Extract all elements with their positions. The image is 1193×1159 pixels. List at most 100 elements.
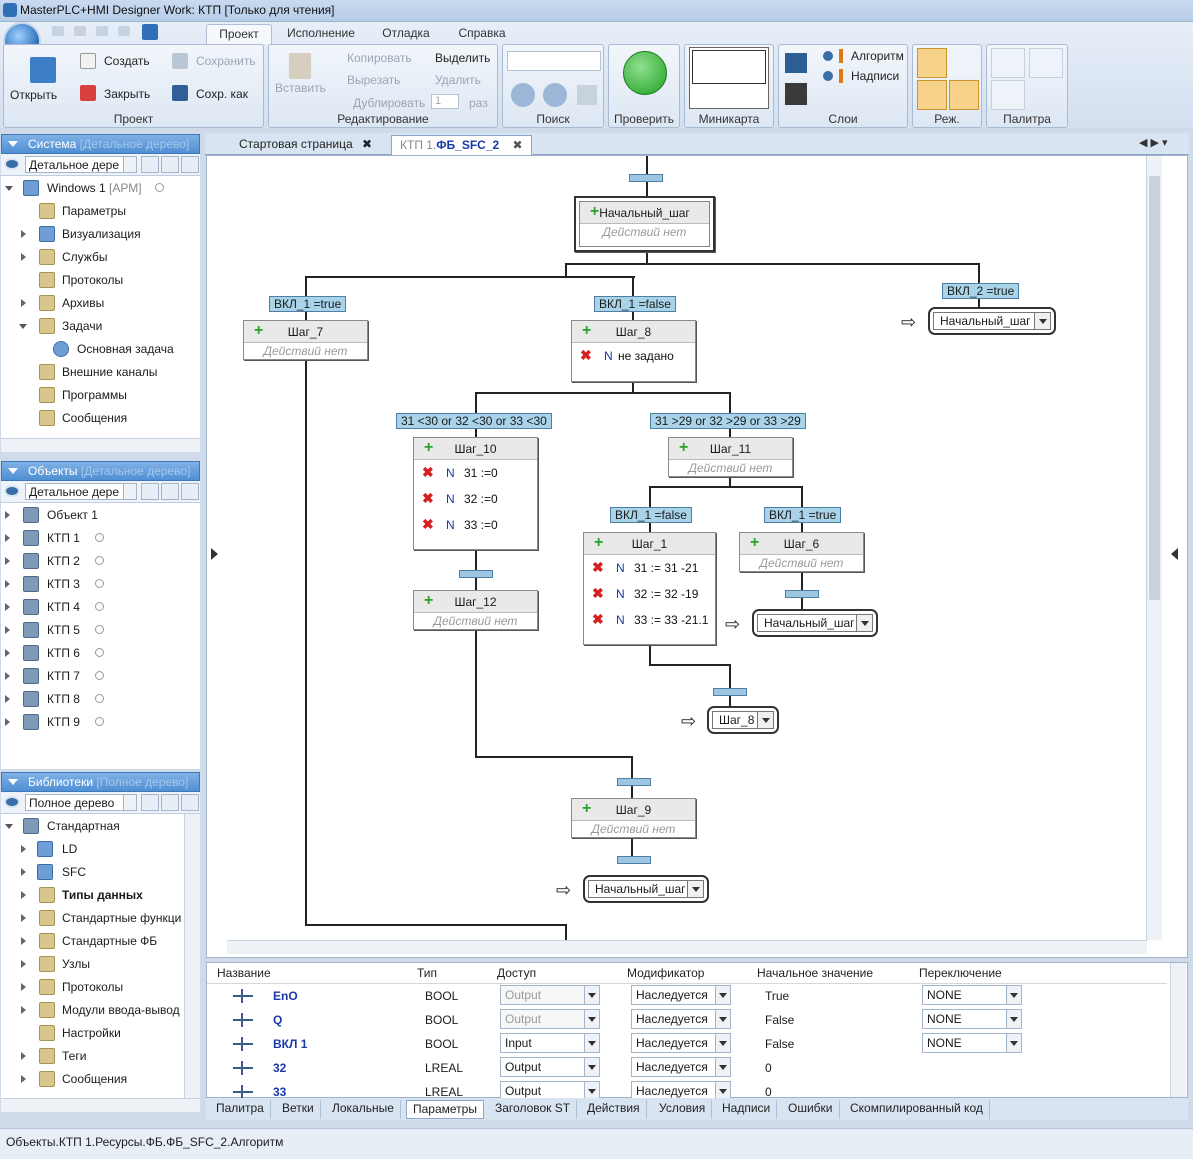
transition-condition[interactable]: 31 >29 or 32 >29 or 33 >29 bbox=[650, 413, 806, 429]
save-as-button[interactable]: Сохр. как bbox=[196, 87, 248, 101]
add-action-icon[interactable]: + bbox=[679, 440, 688, 456]
filter-icon[interactable] bbox=[181, 483, 199, 500]
column-header-name[interactable]: Название bbox=[217, 966, 271, 980]
delete-action-icon[interactable]: ✖ bbox=[592, 585, 604, 602]
modifier-select[interactable]: Наследуется bbox=[631, 1081, 731, 1098]
tab-scroll-icon[interactable]: ◀ ▶ ▾ bbox=[1139, 136, 1168, 149]
tree-item-parameters[interactable]: Параметры bbox=[1, 201, 200, 221]
access-select[interactable]: Output bbox=[500, 1009, 600, 1029]
tree-item-ld[interactable]: LD bbox=[1, 839, 184, 859]
sfc-step[interactable]: + Шаг_7 Действий нет bbox=[243, 320, 368, 360]
switch-select[interactable]: NONE bbox=[922, 1033, 1022, 1053]
tree-item-messages[interactable]: Сообщения bbox=[1, 408, 200, 428]
labels-layer-toggle[interactable]: Надписи bbox=[851, 69, 899, 83]
tab-debug[interactable]: Отладка bbox=[372, 24, 440, 44]
transition-condition[interactable]: ВКЛ_1 =false bbox=[594, 296, 676, 312]
tab-st-header[interactable]: Заголовок ST bbox=[489, 1100, 578, 1119]
objects-view-select[interactable]: Детальное дере bbox=[25, 483, 137, 500]
tree-item-ktp[interactable]: КТП 1 bbox=[1, 528, 200, 548]
palette-slot[interactable] bbox=[991, 80, 1025, 110]
delete-action-icon[interactable]: ✖ bbox=[592, 611, 604, 628]
grid-icon[interactable] bbox=[141, 794, 159, 811]
eye-icon[interactable] bbox=[823, 51, 833, 61]
delete-action-icon[interactable]: ✖ bbox=[422, 464, 434, 481]
table-row[interactable]: 33 LREAL Output Наследуется 0 bbox=[207, 1080, 1167, 1098]
delete-action-icon[interactable]: ✖ bbox=[422, 516, 434, 533]
add-action-icon[interactable]: + bbox=[594, 535, 603, 551]
minimap-preview[interactable] bbox=[689, 47, 769, 109]
save-quick-icon[interactable] bbox=[142, 24, 158, 40]
tab-branches[interactable]: Ветки bbox=[276, 1100, 321, 1119]
tree-item-ktp[interactable]: КТП 4 bbox=[1, 597, 200, 617]
system-view-select[interactable]: Детальное дере bbox=[25, 156, 137, 173]
layers-order-icon[interactable] bbox=[785, 83, 807, 105]
undo-icon[interactable] bbox=[52, 26, 64, 36]
hierarchy-icon[interactable] bbox=[577, 85, 597, 105]
edit-icon[interactable] bbox=[155, 183, 164, 192]
link-mode-icon[interactable] bbox=[917, 80, 947, 110]
tab-compiled-code[interactable]: Скомпилированный код bbox=[844, 1100, 990, 1119]
sfc-step[interactable]: + Шаг_8 ✖ Nне задано bbox=[571, 320, 696, 382]
add-action-icon[interactable]: + bbox=[750, 535, 759, 551]
save-button[interactable]: Сохранить bbox=[196, 54, 256, 68]
tree-item-ktp[interactable]: КТП 5 bbox=[1, 620, 200, 640]
tree-item-protocols[interactable]: Протоколы bbox=[1, 270, 200, 290]
tree-item-archives[interactable]: Архивы bbox=[1, 293, 200, 313]
redo-dropdown-icon[interactable] bbox=[118, 26, 130, 36]
sfc-step[interactable]: + Шаг_9 Действий нет bbox=[571, 798, 696, 838]
column-header-type[interactable]: Тип bbox=[417, 966, 437, 980]
transition-condition[interactable]: ВКЛ_1 =true bbox=[764, 507, 842, 523]
duplicate-button[interactable]: Дублировать bbox=[353, 96, 425, 110]
tree-item-standard-functions[interactable]: Стандартные функци bbox=[1, 908, 184, 928]
tree-item-main-task[interactable]: Основная задача bbox=[1, 339, 200, 359]
sfc-initial-step[interactable]: + Начальный_шаг Действий нет bbox=[574, 196, 715, 252]
add-action-icon[interactable]: + bbox=[424, 440, 433, 456]
tree-item-tags[interactable]: Теги bbox=[1, 1046, 184, 1066]
redo-icon[interactable] bbox=[96, 26, 108, 36]
eye-icon[interactable] bbox=[4, 158, 20, 170]
modifier-select[interactable]: Наследуется bbox=[631, 1009, 731, 1029]
transition-condition[interactable]: ВКЛ_1 =false bbox=[610, 507, 692, 523]
add-action-icon[interactable]: + bbox=[590, 204, 599, 220]
table-row[interactable]: ВКЛ 1 BOOL Input Наследуется False NONE bbox=[207, 1032, 1167, 1056]
edit-icon[interactable] bbox=[95, 533, 104, 542]
tree-item-programs[interactable]: Программы bbox=[1, 385, 200, 405]
tree-item-settings[interactable]: Настройки bbox=[1, 1023, 184, 1043]
grid-icon[interactable] bbox=[141, 156, 159, 173]
transition-condition[interactable]: 31 <30 or 32 <30 or 33 <30 bbox=[396, 413, 552, 429]
edit-icon[interactable] bbox=[95, 602, 104, 611]
tree-item-object[interactable]: Объект 1 bbox=[1, 505, 200, 525]
column-header-switch[interactable]: Переключение bbox=[919, 966, 1002, 980]
tab-execution[interactable]: Исполнение bbox=[280, 24, 362, 44]
tree-item-nodes[interactable]: Узлы bbox=[1, 954, 184, 974]
paste-button[interactable]: Вставить bbox=[275, 81, 326, 95]
layers-icon[interactable] bbox=[785, 53, 807, 73]
edit-icon[interactable] bbox=[95, 694, 104, 703]
filter-icon[interactable] bbox=[181, 794, 199, 811]
pointer-mode-icon[interactable] bbox=[917, 48, 947, 78]
access-select[interactable]: Input bbox=[500, 1033, 600, 1053]
tab-errors[interactable]: Ошибки bbox=[782, 1100, 840, 1119]
edit-icon[interactable] bbox=[95, 556, 104, 565]
delete-action-icon[interactable]: ✖ bbox=[592, 559, 604, 576]
eye-icon[interactable] bbox=[4, 796, 20, 808]
sfc-step[interactable]: + Шаг_12 Действий нет bbox=[413, 590, 538, 630]
libraries-view-select[interactable]: Полное дерево bbox=[25, 794, 137, 811]
tab-locals[interactable]: Локальные bbox=[326, 1100, 401, 1119]
filter-icon[interactable] bbox=[181, 156, 199, 173]
delete-action-icon[interactable]: ✖ bbox=[580, 347, 592, 364]
tree-icon[interactable] bbox=[161, 483, 179, 500]
transition-bar[interactable] bbox=[617, 778, 651, 786]
add-action-icon[interactable]: + bbox=[582, 801, 591, 817]
tree-item-ktp[interactable]: КТП 3 bbox=[1, 574, 200, 594]
copy-button[interactable]: Копировать bbox=[347, 51, 412, 65]
tab-help[interactable]: Справка bbox=[450, 24, 514, 44]
table-row[interactable]: EnO BOOL Output Наследуется True NONE bbox=[207, 984, 1167, 1008]
tree-item-standard-fb[interactable]: Стандартные ФБ bbox=[1, 931, 184, 951]
libraries-panel-header[interactable]: Библиотеки [Полное дерево] bbox=[1, 772, 200, 792]
tree-item-data-types[interactable]: Типы данных bbox=[1, 885, 184, 905]
tab-parameters[interactable]: Параметры bbox=[406, 1100, 484, 1119]
tree-item-external-channels[interactable]: Внешние каналы bbox=[1, 362, 200, 382]
edit-icon[interactable] bbox=[95, 717, 104, 726]
sfc-step[interactable]: + Шаг_6 Действий нет bbox=[739, 532, 864, 572]
